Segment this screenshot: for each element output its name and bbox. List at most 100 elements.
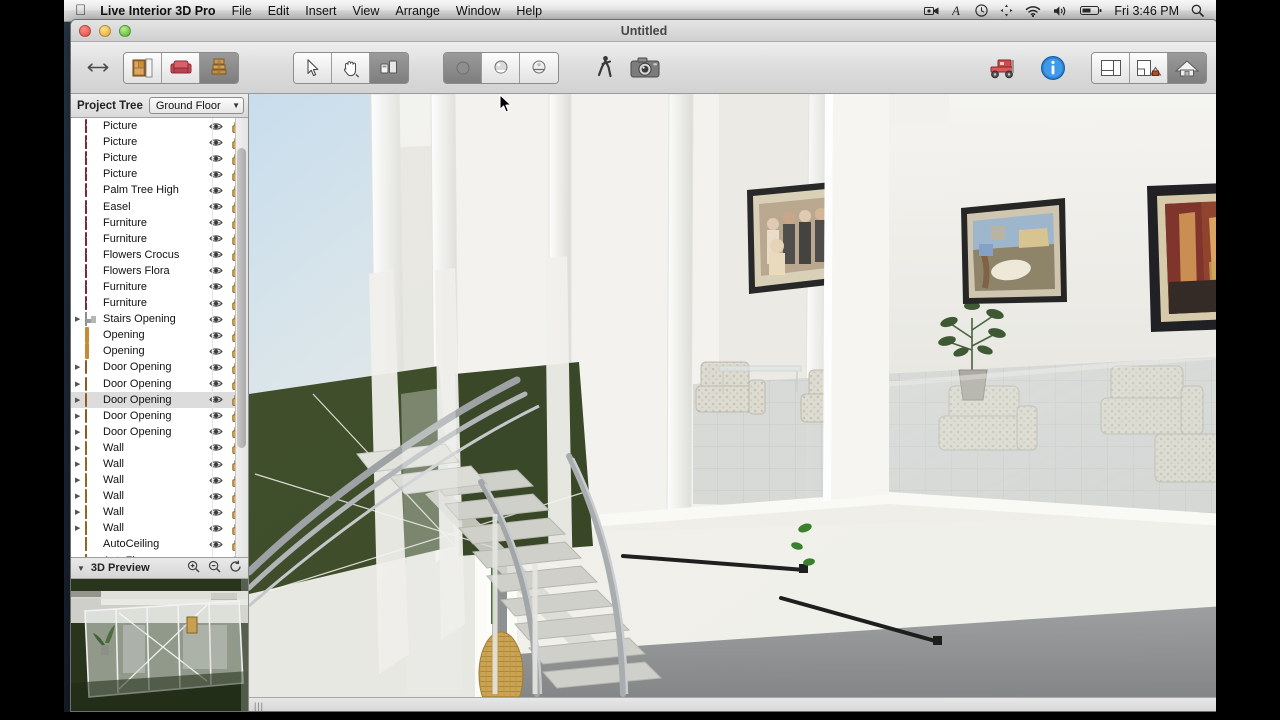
tree-row-furniture-7[interactable]: ▶Furniture: [71, 230, 248, 247]
disclosure-triangle-icon[interactable]: ▶: [75, 460, 85, 468]
visibility-eye-icon[interactable]: [206, 443, 226, 452]
floor-plan-view-button[interactable]: [1092, 52, 1130, 83]
visibility-eye-icon[interactable]: [206, 460, 226, 469]
tree-row-autofloor-27[interactable]: ▶AutoFloor: [71, 552, 248, 557]
3d-view-button[interactable]: [1168, 52, 1206, 83]
materials-library-button[interactable]: [124, 52, 162, 83]
menu-window[interactable]: Window: [456, 4, 500, 18]
menu-help[interactable]: Help: [516, 4, 542, 18]
disclosure-triangle-icon[interactable]: ▶: [75, 444, 85, 452]
visibility-eye-icon[interactable]: [206, 266, 226, 275]
disclosure-triangle-icon[interactable]: ▶: [75, 476, 85, 484]
3d-scene[interactable]: [249, 94, 1217, 697]
tree-row-door-opening-18[interactable]: ▶ Door Opening: [71, 407, 248, 424]
menu-view[interactable]: View: [353, 4, 380, 18]
window-title-bar[interactable]: Untitled: [71, 20, 1217, 42]
disclosure-triangle-icon[interactable]: ▶: [75, 508, 85, 516]
disclosure-triangle-icon[interactable]: ▶: [75, 524, 85, 532]
select-tool-button[interactable]: [294, 52, 332, 83]
project-tree-list[interactable]: ▶Picture▶Picture▶Picture▶Picture▶Palm Tr…: [71, 118, 248, 558]
tree-row-door-opening-16[interactable]: ▶ Door Opening: [71, 375, 248, 392]
menu-arrange[interactable]: Arrange: [395, 4, 439, 18]
tree-row-flowers-flora-9[interactable]: ▶Flowers Flora: [71, 262, 248, 279]
visibility-eye-icon[interactable]: [206, 508, 226, 517]
visibility-eye-icon[interactable]: [206, 524, 226, 533]
visibility-eye-icon[interactable]: [206, 122, 226, 131]
text-input-icon[interactable]: A: [952, 4, 963, 17]
screen-record-icon[interactable]: [924, 5, 940, 17]
objects-library-button[interactable]: [200, 52, 238, 83]
visibility-eye-icon[interactable]: [206, 154, 226, 163]
3d-viewport[interactable]: |||: [249, 94, 1217, 711]
zoom-out-icon[interactable]: [208, 560, 221, 576]
solid-render-button[interactable]: [444, 52, 482, 83]
outline-render-button[interactable]: [520, 52, 558, 83]
tree-row-wall-22[interactable]: ▶ Wall: [71, 472, 248, 489]
tree-row-picture-0[interactable]: ▶Picture: [71, 118, 248, 135]
tree-row-autoceiling-26[interactable]: ▶AutoCeiling: [71, 536, 248, 553]
tree-row-opening-14[interactable]: ▶Opening: [71, 343, 248, 360]
menu-app-name[interactable]: Live Interior 3D Pro: [100, 4, 215, 18]
disclosure-triangle-icon[interactable]: ▶: [75, 380, 85, 388]
zoom-button[interactable]: [119, 24, 131, 37]
tree-row-picture-1[interactable]: ▶Picture: [71, 134, 248, 151]
tree-row-wall-21[interactable]: ▶ Wall: [71, 455, 248, 473]
visibility-eye-icon[interactable]: [206, 411, 226, 420]
tree-row-furniture-6[interactable]: ▶Furniture: [71, 214, 248, 231]
disclosure-triangle-icon[interactable]: ▶: [75, 492, 85, 500]
tree-row-opening-13[interactable]: ▶Opening: [71, 327, 248, 344]
tree-row-wall-20[interactable]: ▶ Wall: [71, 439, 248, 456]
disclosure-triangle-icon[interactable]: ▶: [75, 363, 85, 371]
snapshot-camera-icon[interactable]: [625, 52, 665, 84]
pan-tool-button[interactable]: [332, 52, 370, 83]
furniture-library-button[interactable]: [162, 52, 200, 83]
tree-row-door-opening-17[interactable]: ▶ Door Opening: [71, 391, 248, 408]
visibility-eye-icon[interactable]: [206, 202, 226, 211]
visibility-eye-icon[interactable]: [206, 170, 226, 179]
rotate-icon[interactable]: [229, 560, 242, 576]
visibility-eye-icon[interactable]: [206, 379, 226, 388]
navigate-arrows-icon[interactable]: [81, 61, 115, 74]
disclosure-triangle-icon[interactable]: ▶: [75, 412, 85, 420]
floor-select-dropdown[interactable]: Ground Floor ▼: [148, 97, 244, 114]
inspector-info-icon[interactable]: [1033, 52, 1073, 84]
3d-preview-panel[interactable]: [71, 579, 248, 711]
tree-row-wall-24[interactable]: ▶ Wall: [71, 504, 248, 521]
shaded-render-button[interactable]: [482, 52, 520, 83]
wifi-icon[interactable]: [1025, 5, 1041, 17]
time-machine-icon[interactable]: [975, 4, 989, 17]
walk-through-icon[interactable]: [585, 52, 625, 84]
tree-row-flowers-crocus-8[interactable]: ▶Flowers Crocus: [71, 246, 248, 263]
minimize-button[interactable]: [99, 24, 111, 37]
tree-row-picture-2[interactable]: ▶Picture: [71, 150, 248, 167]
tree-scrollbar-thumb[interactable]: [237, 148, 246, 448]
menu-insert[interactable]: Insert: [305, 4, 336, 18]
disclosure-triangle-icon[interactable]: ▶: [75, 315, 85, 323]
battery-icon[interactable]: [1080, 5, 1102, 16]
disclosure-triangle-icon[interactable]: ▶: [75, 428, 85, 436]
tree-scrollbar[interactable]: [235, 118, 248, 557]
visibility-eye-icon[interactable]: [206, 138, 226, 147]
tree-row-wall-25[interactable]: ▶ Wall: [71, 520, 248, 537]
menu-edit[interactable]: Edit: [268, 4, 290, 18]
measure-tool-button[interactable]: [370, 52, 408, 83]
close-button[interactable]: [79, 24, 91, 37]
split-view-button[interactable]: [1130, 52, 1168, 83]
resize-grip-icon[interactable]: |||: [254, 701, 264, 711]
visibility-eye-icon[interactable]: [206, 186, 226, 195]
visibility-eye-icon[interactable]: [206, 282, 226, 291]
move-object-icon[interactable]: [983, 52, 1023, 84]
zoom-in-icon[interactable]: [187, 560, 200, 576]
visibility-eye-icon[interactable]: [206, 476, 226, 485]
visibility-eye-icon[interactable]: [206, 234, 226, 243]
visibility-eye-icon[interactable]: [206, 540, 226, 549]
visibility-eye-icon[interactable]: [206, 395, 226, 404]
tree-row-furniture-10[interactable]: ▶Furniture: [71, 278, 248, 296]
displays-icon[interactable]: [1000, 4, 1013, 17]
volume-icon[interactable]: [1053, 5, 1068, 17]
tree-row-picture-3[interactable]: ▶Picture: [71, 166, 248, 183]
tree-row-wall-23[interactable]: ▶ Wall: [71, 488, 248, 505]
visibility-eye-icon[interactable]: [206, 427, 226, 436]
tree-row-palm-tree-high-4[interactable]: ▶Palm Tree High: [71, 182, 248, 199]
tree-row-easel-5[interactable]: ▶Easel: [71, 198, 248, 215]
